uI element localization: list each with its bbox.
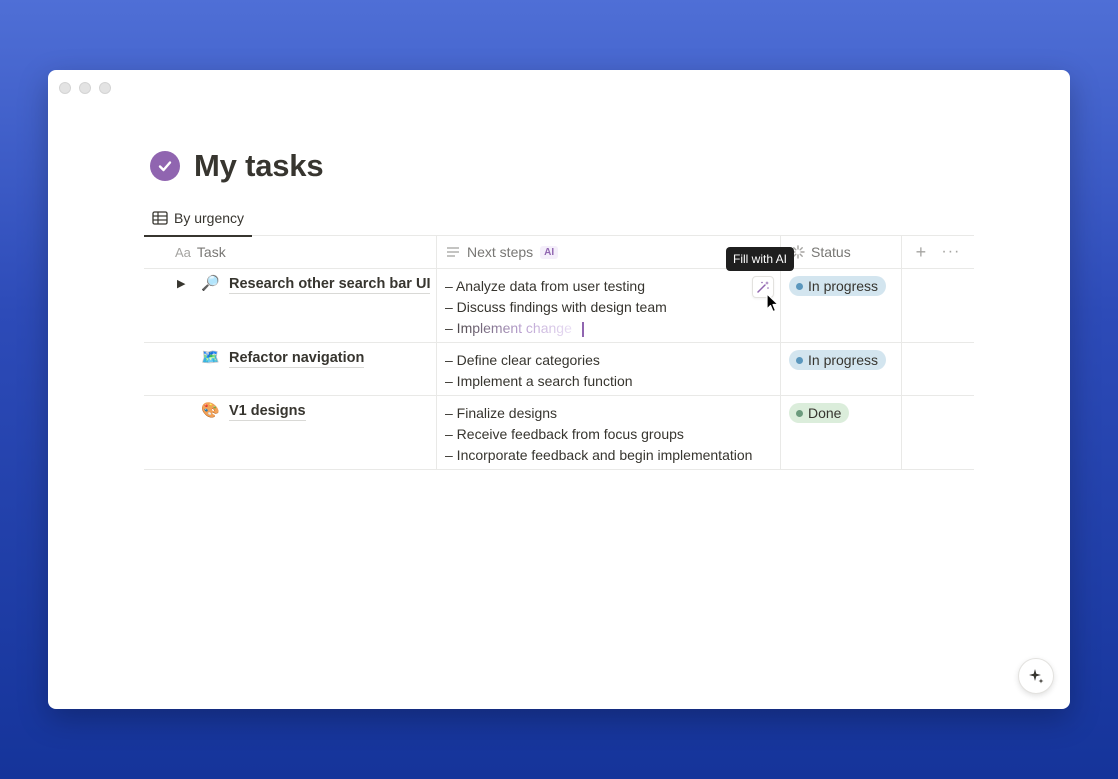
step-line: – Incorporate feedback and begin impleme…: [445, 447, 753, 463]
close-window-button[interactable]: [59, 82, 71, 94]
tab-by-urgency[interactable]: By urgency: [144, 200, 253, 237]
text-property-icon: Aa: [175, 244, 191, 260]
expand-triangle-icon[interactable]: ▶: [177, 277, 191, 290]
status-badge: In progress: [789, 350, 887, 370]
table-row[interactable]: ▶ 🔎 Research other search bar UI – Analy…: [144, 269, 974, 343]
task-name[interactable]: Refactor navigation: [229, 349, 365, 368]
page-title[interactable]: My tasks: [194, 148, 324, 184]
magic-wand-icon: [757, 281, 769, 293]
task-name[interactable]: Research other search bar UI: [229, 275, 431, 294]
step-line-generating: – Implement change: [445, 320, 572, 336]
status-cell[interactable]: Done: [781, 396, 902, 469]
page-header: My tasks: [150, 148, 324, 184]
mouse-cursor-icon: [766, 293, 779, 313]
column-header-status[interactable]: Status: [781, 236, 902, 268]
fill-with-ai-tooltip: Fill with AI: [726, 247, 795, 271]
map-emoji-icon: 🗺️: [201, 349, 220, 366]
ai-badge: AI: [540, 245, 559, 259]
column-actions: + ···: [902, 236, 974, 268]
app-window: My tasks By urgency Aa Task Next steps A…: [48, 70, 1070, 709]
step-line: – Define clear categories: [445, 352, 600, 368]
status-badge: Done: [789, 403, 850, 423]
status-cell[interactable]: In progress: [781, 269, 902, 342]
text-caret: [581, 321, 584, 337]
next-steps-cell[interactable]: – Analyze data from user testing – Discu…: [437, 269, 781, 342]
next-steps-cell[interactable]: – Define clear categories – Implement a …: [437, 343, 781, 395]
zoom-window-button[interactable]: [99, 82, 111, 94]
column-header-task[interactable]: Aa Task: [144, 236, 437, 268]
sparkle-icon: [1029, 669, 1044, 684]
window-controls: [59, 82, 111, 94]
palette-emoji-icon: 🎨: [201, 402, 220, 419]
step-line: – Implement a search function: [445, 373, 633, 389]
table-row[interactable]: 🗺️ Refactor navigation – Define clear ca…: [144, 343, 974, 396]
table-row[interactable]: 🎨 V1 designs – Finalize designs – Receiv…: [144, 396, 974, 470]
table-header: Aa Task Next steps AI Status + ···: [144, 236, 974, 269]
text-lines-icon: [447, 247, 459, 257]
step-line: – Receive feedback from focus groups: [445, 426, 684, 442]
ai-assistant-button[interactable]: [1018, 658, 1054, 694]
step-line: – Finalize designs: [445, 405, 558, 421]
table-icon: [152, 211, 168, 225]
step-line: – Discuss findings with design team: [445, 299, 667, 315]
next-steps-cell[interactable]: – Finalize designs – Receive feedback fr…: [437, 396, 781, 469]
step-line: – Analyze data from user testing: [445, 278, 645, 294]
minimize-window-button[interactable]: [79, 82, 91, 94]
status-cell[interactable]: In progress: [781, 343, 902, 395]
view-tabs: By urgency: [144, 200, 974, 237]
task-name[interactable]: V1 designs: [229, 402, 306, 421]
magnifier-emoji-icon: 🔎: [201, 275, 220, 292]
check-circle-icon[interactable]: [150, 151, 180, 181]
tab-label: By urgency: [174, 210, 245, 226]
add-property-icon[interactable]: +: [916, 243, 927, 261]
tasks-table: Aa Task Next steps AI Status + ··· ▶ 🔎 R…: [144, 236, 974, 470]
status-badge: In progress: [789, 276, 887, 296]
more-options-icon[interactable]: ···: [941, 244, 960, 260]
